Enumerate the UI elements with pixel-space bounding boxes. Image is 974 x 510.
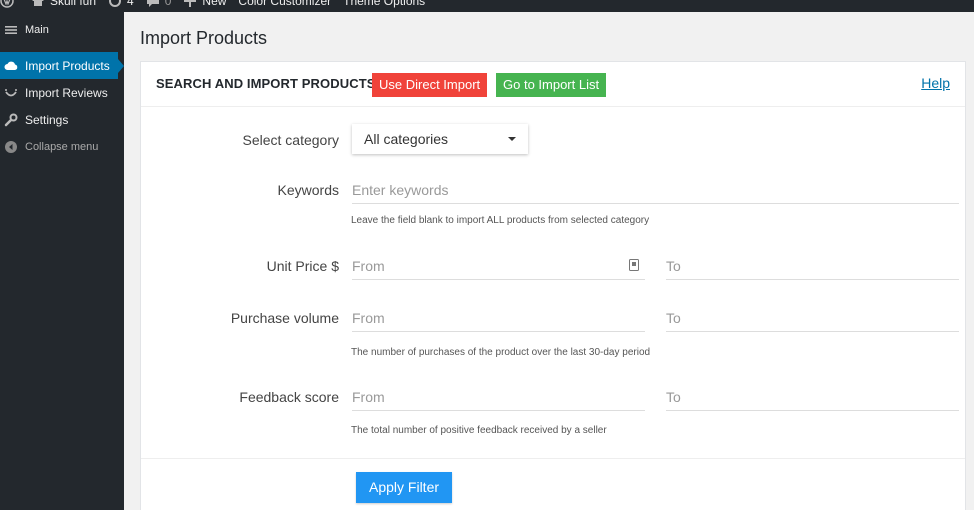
feedback-to-input[interactable] — [666, 383, 959, 411]
site-name: Skull fun — [50, 0, 97, 8]
keywords-label: Keywords — [277, 182, 339, 198]
admin-sidebar: Main Import Products Import Reviews Sett… — [0, 12, 124, 510]
calculator-icon — [629, 259, 639, 271]
import-panel: SEARCH AND IMPORT PRODUCTS Use Direct Im… — [140, 61, 966, 510]
menu-icon — [4, 23, 18, 37]
smile-icon — [4, 86, 18, 100]
chevron-down-icon — [508, 137, 516, 141]
sidebar-item-label: Settings — [25, 112, 69, 127]
feedback-from-input[interactable] — [352, 383, 645, 411]
use-direct-import-button[interactable]: Use Direct Import — [372, 73, 488, 97]
keywords-field[interactable] — [352, 176, 959, 204]
purchase-volume-hint: The number of purchases of the product o… — [351, 347, 651, 358]
collapse-menu-button[interactable]: Collapse menu — [0, 133, 124, 160]
updates-count: 4 — [127, 0, 134, 8]
site-name-link[interactable]: Skull fun — [31, 0, 96, 8]
keywords-hint: Leave the field blank to import ALL prod… — [351, 215, 650, 226]
sidebar-item-settings[interactable]: Settings — [0, 106, 124, 133]
feedback-score-label: Feedback score — [239, 389, 339, 405]
collapse-icon — [4, 140, 18, 154]
page-title: Import Products — [140, 28, 268, 48]
feedback-from-field[interactable] — [352, 383, 645, 411]
comments-link[interactable]: 0 — [146, 0, 172, 8]
unit-price-to-field[interactable] — [666, 252, 959, 280]
sidebar-item-main[interactable]: Main — [0, 16, 124, 43]
category-selected-value: All categories — [364, 131, 449, 147]
plus-icon — [183, 0, 197, 8]
purchase-volume-from-field[interactable] — [352, 304, 645, 332]
wrench-icon — [4, 113, 18, 127]
sidebar-item-label: Main — [25, 23, 49, 36]
purchase-volume-to-input[interactable] — [666, 304, 959, 332]
panel-title: SEARCH AND IMPORT PRODUCTS — [156, 76, 376, 91]
color-customizer-link[interactable]: Color Customizer — [238, 0, 331, 8]
unit-price-to-input[interactable] — [666, 252, 959, 280]
unit-price-from-field[interactable] — [352, 252, 645, 280]
purchase-volume-from-input[interactable] — [352, 304, 645, 332]
wordpress-icon — [0, 0, 14, 8]
sidebar-item-import-products[interactable]: Import Products — [0, 52, 124, 79]
cloud-icon — [4, 59, 18, 73]
divider — [141, 458, 965, 459]
comments-count: 0 — [164, 0, 172, 8]
unit-price-from-input[interactable] — [352, 252, 645, 280]
sidebar-item-import-reviews[interactable]: Import Reviews — [0, 79, 124, 106]
home-icon — [31, 0, 45, 8]
refresh-icon — [108, 0, 122, 8]
admin-bar: Skull fun 4 0 New Color Customizer Theme… — [0, 0, 974, 12]
apply-filter-button[interactable]: Apply Filter — [356, 472, 453, 503]
sidebar-item-label: Import Products — [25, 58, 110, 73]
theme-options-link[interactable]: Theme Options — [343, 0, 425, 8]
updates-link[interactable]: 4 — [108, 0, 134, 8]
comment-icon — [146, 0, 160, 8]
new-label: New — [202, 0, 227, 8]
category-label: Select category — [242, 132, 340, 148]
sidebar-item-label: Collapse menu — [25, 140, 99, 153]
sidebar-item-label: Import Reviews — [25, 85, 108, 100]
keywords-input[interactable] — [352, 176, 959, 204]
category-select[interactable]: All categories — [352, 124, 528, 154]
wordpress-logo[interactable] — [0, 0, 19, 8]
feedback-to-field[interactable] — [666, 383, 959, 411]
panel-header: SEARCH AND IMPORT PRODUCTS Use Direct Im… — [141, 62, 965, 107]
unit-price-label: Unit Price $ — [266, 258, 339, 274]
help-link[interactable]: Help — [921, 75, 950, 91]
purchase-volume-to-field[interactable] — [666, 304, 959, 332]
feedback-hint: The total number of positive feedback re… — [351, 425, 607, 436]
new-content-link[interactable]: New — [183, 0, 226, 8]
purchase-volume-label: Purchase volume — [230, 310, 339, 326]
go-to-import-list-button[interactable]: Go to Import List — [496, 73, 607, 97]
